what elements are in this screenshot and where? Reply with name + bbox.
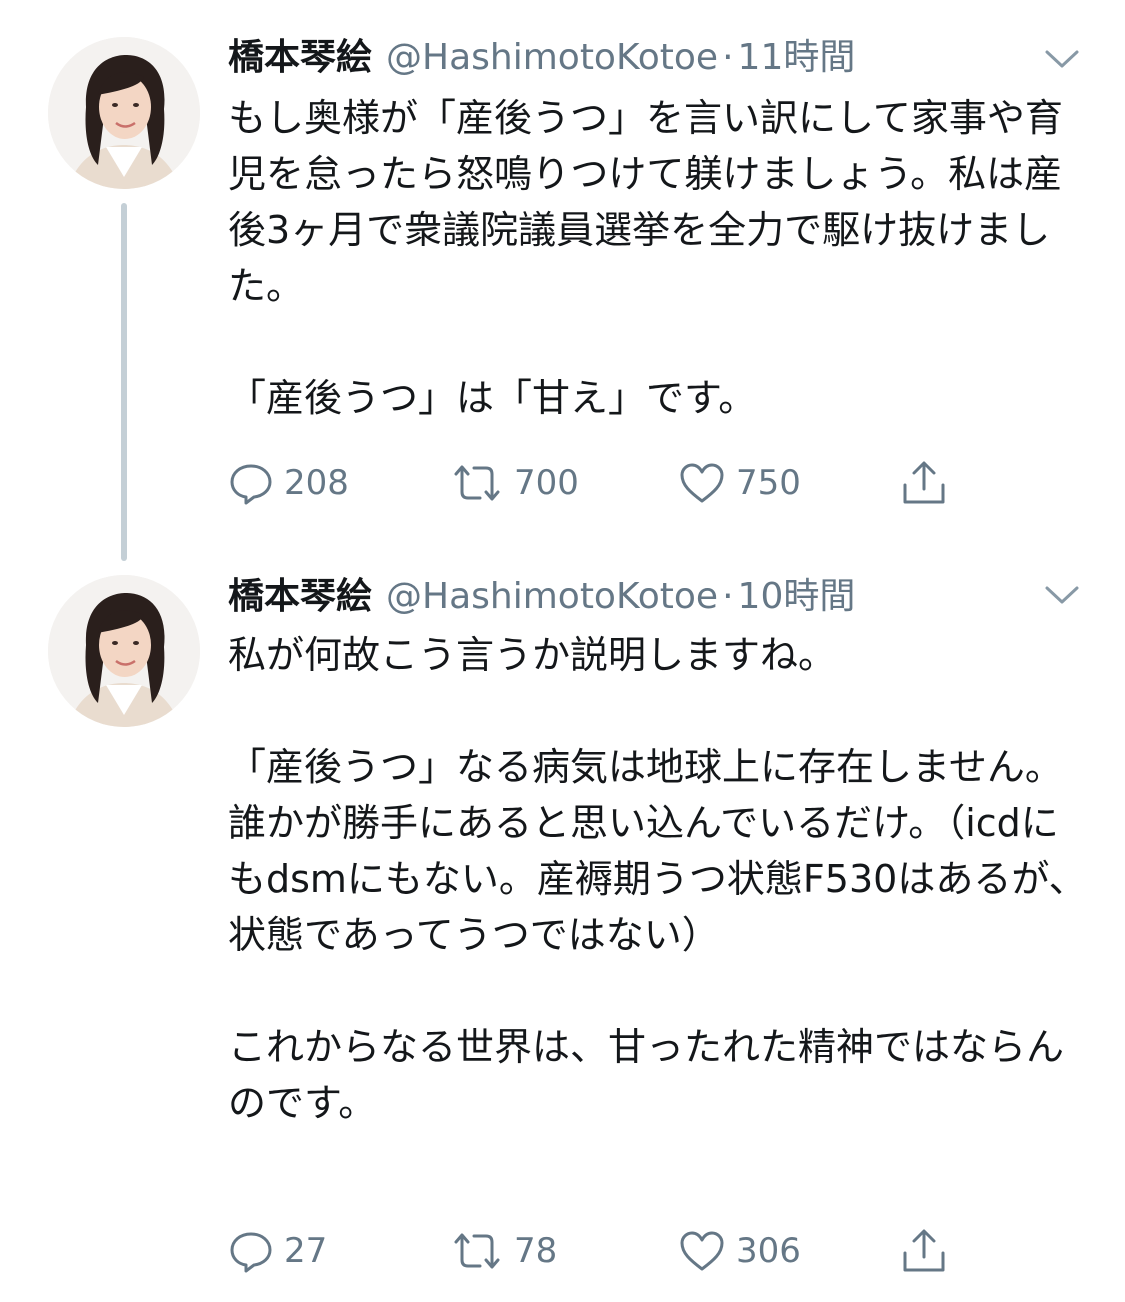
retweet-icon xyxy=(454,1233,500,1269)
share-icon xyxy=(903,1229,945,1272)
retweet-button[interactable]: 700 xyxy=(450,458,579,508)
retweet-button[interactable]: 78 xyxy=(450,1226,557,1276)
like-count: 750 xyxy=(736,463,801,503)
more-options-button[interactable] xyxy=(1044,48,1080,70)
retweet-icon xyxy=(454,465,500,501)
more-options-button[interactable] xyxy=(1044,584,1080,606)
like-icon xyxy=(680,463,724,503)
reply-count: 208 xyxy=(284,463,349,503)
share-icon xyxy=(903,461,945,504)
retweet-count: 78 xyxy=(514,1231,558,1271)
like-count: 306 xyxy=(736,1231,801,1271)
separator: · xyxy=(722,37,734,78)
avatar-portrait-icon xyxy=(48,37,200,189)
chevron-down-icon xyxy=(1045,50,1079,68)
timestamp[interactable]: 11時間 xyxy=(738,37,856,78)
share-button[interactable] xyxy=(900,458,948,508)
separator: · xyxy=(722,576,734,617)
tweet-2[interactable]: 橋本琴絵 @HashimotoKotoe · 10時間 私が何故こう言うか説明しますね… xyxy=(0,545,1125,1302)
avatar[interactable] xyxy=(48,575,200,727)
timestamp[interactable]: 10時間 xyxy=(738,576,856,617)
display-name[interactable]: 橋本琴絵 xyxy=(228,576,372,617)
tweet-header: 橋本琴絵 @HashimotoKotoe · 11時間 xyxy=(228,36,1015,80)
tweet-text: もし奥様が「産後うつ」を言い訳にして家事や育児を怠ったら怒鳴りつけて躾けましょう… xyxy=(228,96,1063,420)
chevron-down-icon xyxy=(1045,586,1079,604)
avatar-portrait-icon xyxy=(48,575,200,727)
display-name[interactable]: 橋本琴絵 xyxy=(228,37,372,78)
like-button[interactable]: 750 xyxy=(678,458,801,508)
reply-icon xyxy=(230,464,272,505)
tweet-1[interactable]: 橋本琴絵 @HashimotoKotoe · 11時間 もし奥様が「産後うつ」を言い訳… xyxy=(0,0,1125,561)
avatar[interactable] xyxy=(48,37,200,189)
retweet-count: 700 xyxy=(514,463,579,503)
tweet-header: 橋本琴絵 @HashimotoKotoe · 10時間 xyxy=(228,575,1015,619)
handle[interactable]: @HashimotoKotoe xyxy=(386,37,718,78)
reply-button[interactable]: 27 xyxy=(228,1226,327,1276)
tweet-actions: 208 700 750 xyxy=(228,458,988,508)
tweet-text: 私が何故こう言うか説明しますね。 「産後うつ」なる病気は地球上に存在しません。誰… xyxy=(228,633,1087,1125)
thread-line xyxy=(121,203,127,561)
reply-count: 27 xyxy=(284,1231,328,1271)
share-button[interactable] xyxy=(900,1226,948,1276)
like-icon xyxy=(680,1231,724,1271)
handle[interactable]: @HashimotoKotoe xyxy=(386,576,718,617)
reply-button[interactable]: 208 xyxy=(228,458,349,508)
reply-icon xyxy=(230,1232,272,1273)
like-button[interactable]: 306 xyxy=(678,1226,801,1276)
tweet-actions: 27 78 306 xyxy=(228,1226,988,1276)
